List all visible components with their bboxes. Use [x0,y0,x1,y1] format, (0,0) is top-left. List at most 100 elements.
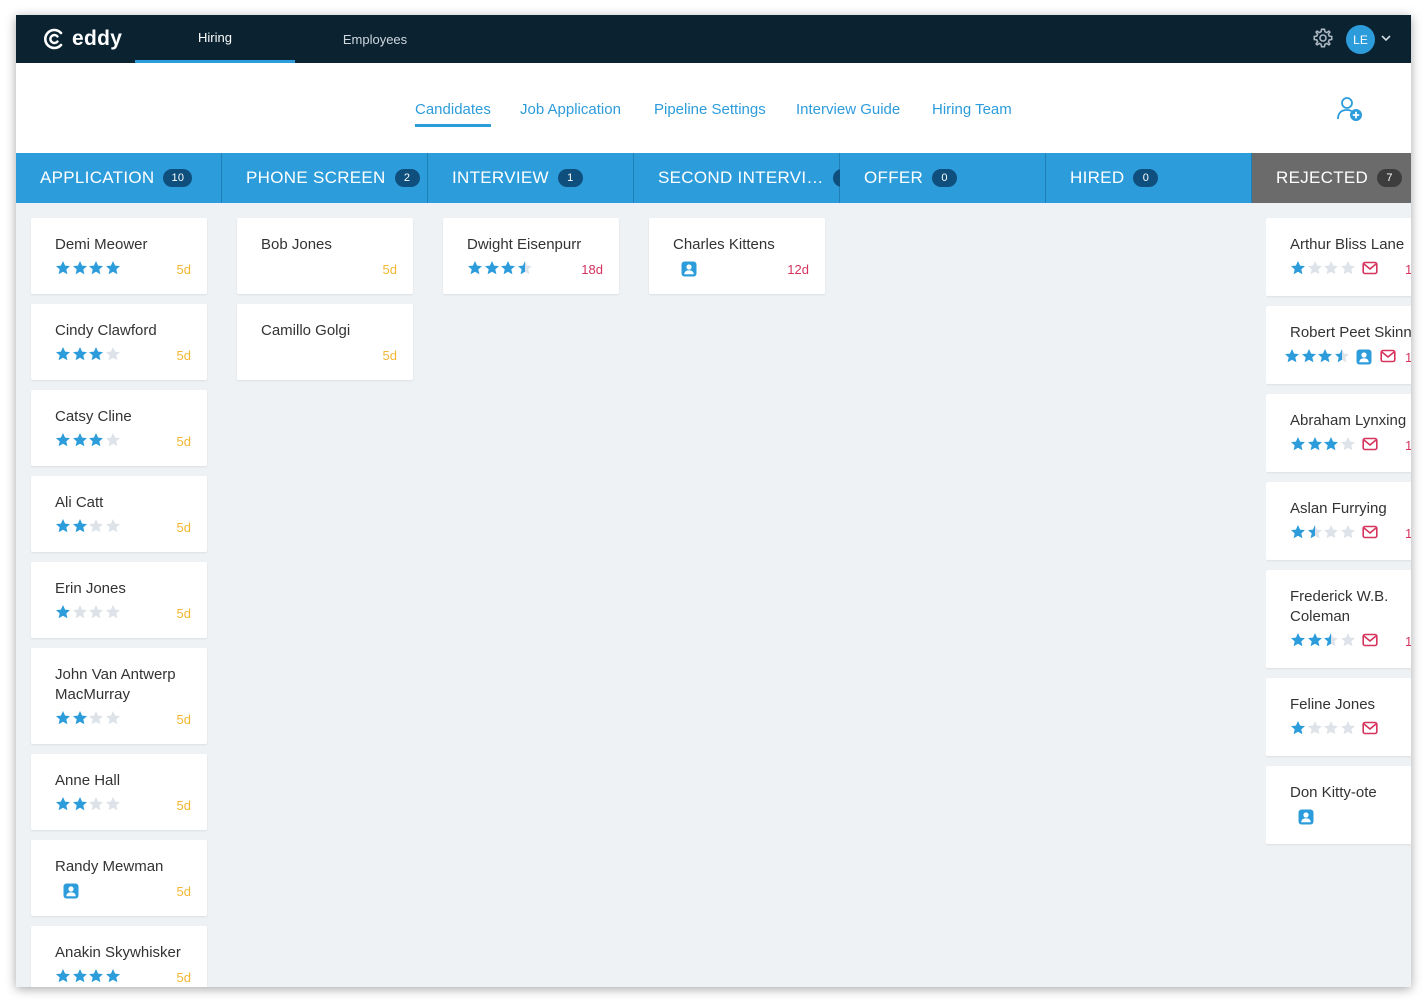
mail-icon[interactable] [1362,632,1378,648]
profile-icon[interactable] [681,261,697,277]
profile-icon[interactable] [1298,809,1314,825]
rating-stars[interactable] [1290,720,1356,736]
stage-count-badge: 0 [932,169,958,187]
star-filled-icon [1301,349,1316,363]
rating-stars[interactable] [1290,436,1356,452]
tab-job-application[interactable]: Job Application [520,101,621,124]
star-empty-icon [1324,261,1338,275]
profile-icon[interactable] [1356,349,1372,365]
tab-interview-guide[interactable]: Interview Guide [796,101,900,124]
candidate-name: Feline Jones [1290,696,1376,713]
stage-label: INTERVIEW [452,168,549,187]
candidate-age: 5d [176,798,191,813]
stage-count-badge: 10 [163,169,193,187]
rating-stars[interactable] [55,346,121,362]
tab-pipeline-settings[interactable]: Pipeline Settings [654,101,766,124]
star-empty-icon [105,711,120,725]
star-empty-icon [1340,437,1355,451]
tab-candidates[interactable]: Candidates [415,101,491,127]
stage-rejected[interactable]: REJECTED 7 [1252,153,1411,203]
stage-application[interactable]: APPLICATION 10 [16,153,222,203]
candidate-card[interactable]: Bob Jones 5d [237,218,413,294]
stage-label: APPLICATION [40,168,155,187]
stage-count-badge: 0 [1133,169,1159,187]
rating-stars[interactable] [55,968,121,984]
candidate-card[interactable]: Catsy Cline 5d [31,390,207,466]
candidate-age: 1 [1405,350,1411,365]
tab-hiring[interactable]: Hiring [135,15,295,63]
candidate-age: 5d [382,262,397,277]
candidate-card[interactable]: John Van Antwerp MacMurray 5d [31,648,207,744]
candidate-card[interactable]: Don Kitty-ote [1266,766,1411,844]
star-empty-icon [1340,261,1355,275]
stage-hired[interactable]: HIRED 0 [1046,153,1252,203]
candidate-card[interactable]: Robert Peet Skinner 1 [1266,306,1411,384]
candidate-card[interactable]: Aslan Furrying 1 [1266,482,1411,560]
candidate-age: 5d [176,970,191,985]
star-empty-icon [1340,525,1355,539]
star-filled-icon [72,433,87,447]
star-filled-icon [1307,437,1322,451]
candidate-card[interactable]: Randy Mewman 5d [31,840,207,916]
candidate-card[interactable]: Camillo Golgi 5d [237,304,413,380]
rating-stars[interactable] [55,432,121,448]
rating-stars[interactable] [55,518,121,534]
candidate-age: 1 [1405,438,1411,453]
avatar[interactable]: LE [1346,25,1375,54]
tab-employees[interactable]: Employees [295,15,455,63]
chevron-down-icon[interactable] [1380,32,1392,44]
mail-icon[interactable] [1362,260,1378,276]
mail-icon[interactable] [1362,524,1378,540]
candidate-card[interactable]: Cindy Clawford 5d [31,304,207,380]
rating-stars[interactable] [1290,632,1356,648]
candidate-card[interactable]: Anne Hall 5d [31,754,207,830]
stage-count-badge: 7 [1377,169,1403,187]
stage-phone-screen[interactable]: PHONE SCREEN 2 [222,153,428,203]
candidate-name: Aslan Furrying [1290,500,1387,517]
candidate-card[interactable]: Ali Catt 5d [31,476,207,552]
stage-offer[interactable]: OFFER 0 [840,153,1046,203]
rating-stars[interactable] [1290,524,1356,540]
candidate-name: Demi Meower [55,236,148,253]
candidate-card[interactable]: Charles Kittens 12d [649,218,825,294]
candidate-card[interactable]: Abraham Lynxing 1 [1266,394,1411,472]
candidate-card[interactable]: Dwight Eisenpurr 18d [443,218,619,294]
logo[interactable]: eddy [42,26,122,52]
stage-label: OFFER [864,168,924,187]
rating-stars[interactable] [55,796,121,812]
candidate-name: John Van Antwerp MacMurray [55,666,176,703]
rating-stars[interactable] [55,260,121,276]
candidate-card[interactable]: Erin Jones 5d [31,562,207,638]
star-empty-icon [105,347,120,361]
tab-hiring-team[interactable]: Hiring Team [932,101,1012,124]
candidate-age: 1 [1405,526,1411,541]
star-empty-icon [1324,721,1338,735]
candidate-age: 5d [176,348,191,363]
candidate-card[interactable]: Arthur Bliss Lane 1 [1266,218,1411,296]
rating-stars[interactable] [55,710,121,726]
rating-stars[interactable] [467,260,533,276]
candidate-card[interactable]: Demi Meower 5d [31,218,207,294]
candidate-name: Robert Peet Skinner [1290,324,1411,341]
star-half-icon [517,261,532,275]
candidate-name: Bob Jones [261,236,332,253]
gear-icon[interactable] [1312,27,1334,49]
stage-second-interview[interactable]: SECOND INTERVI… 1 [634,153,858,203]
stage-interview[interactable]: INTERVIEW 1 [428,153,634,203]
mail-icon[interactable] [1362,720,1378,736]
add-user-icon[interactable] [1336,95,1364,123]
stage-count-badge: 2 [394,169,420,187]
star-empty-icon [1307,721,1322,735]
rating-stars[interactable] [1290,260,1356,276]
star-filled-icon [72,261,87,275]
candidate-card[interactable]: Feline Jones [1266,678,1411,756]
mail-icon[interactable] [1380,348,1396,364]
rating-stars[interactable] [55,604,121,620]
mail-icon[interactable] [1362,436,1378,452]
candidate-card[interactable]: Frederick W.B. Coleman 1 [1266,570,1411,668]
candidate-age: 1 [1405,262,1411,277]
star-filled-icon [56,797,70,811]
rating-stars[interactable] [1284,348,1350,364]
candidate-card[interactable]: Anakin Skywhisker 5d [31,926,207,987]
profile-icon[interactable] [63,883,79,899]
